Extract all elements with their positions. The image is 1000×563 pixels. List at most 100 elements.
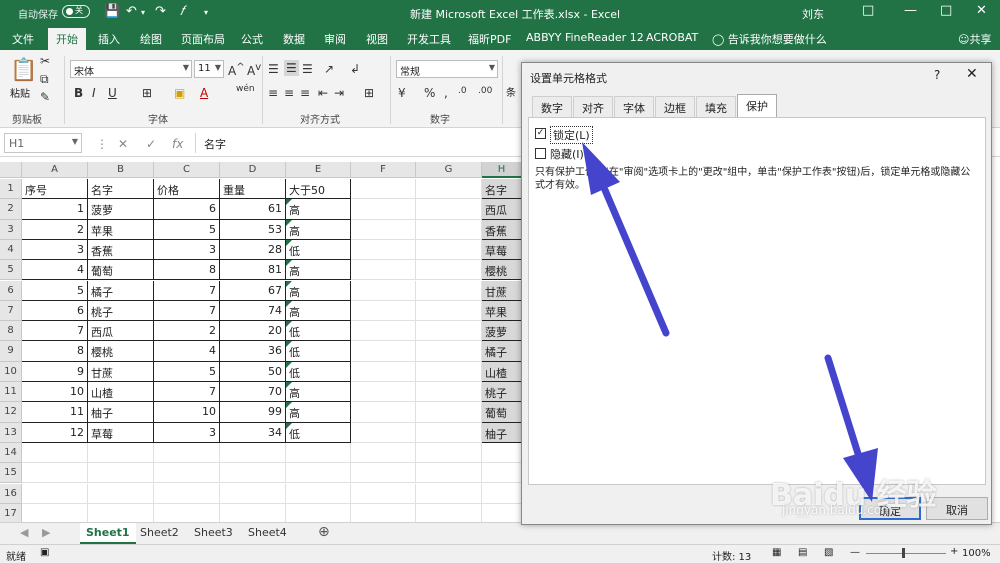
cell[interactable]: [416, 321, 482, 342]
cell[interactable]: [154, 463, 220, 484]
table-cell[interactable]: 低: [286, 239, 351, 261]
table-cell[interactable]: 67: [220, 280, 286, 301]
increase-indent-icon[interactable]: ⇥: [334, 86, 344, 100]
row-header-13[interactable]: 13: [0, 422, 22, 443]
cell[interactable]: [416, 300, 482, 322]
decrease-font-icon[interactable]: Av: [247, 62, 261, 78]
cell[interactable]: [482, 503, 522, 522]
table-cell[interactable]: 28: [220, 239, 286, 261]
tab-review[interactable]: 审阅: [324, 31, 346, 47]
table-cell[interactable]: 葡萄: [88, 260, 154, 281]
cell[interactable]: [351, 280, 416, 301]
locked-checkbox[interactable]: ✓: [535, 128, 546, 139]
selected-cell[interactable]: 菠萝: [482, 321, 522, 342]
header-cell[interactable]: 大于50: [286, 179, 351, 200]
align-middle-icon[interactable]: ☰: [284, 60, 299, 76]
zoom-slider[interactable]: [866, 553, 946, 554]
align-right-icon[interactable]: ≡: [300, 86, 310, 100]
table-cell[interactable]: 12: [22, 422, 88, 443]
table-cell[interactable]: 2: [154, 321, 220, 342]
cell[interactable]: [286, 442, 351, 464]
save-icon[interactable]: 💾: [104, 4, 120, 19]
select-all-corner[interactable]: [0, 162, 22, 178]
cell[interactable]: [351, 219, 416, 240]
tab-abbyy[interactable]: ABBYY FineReader 12: [526, 31, 644, 44]
selected-cell[interactable]: 甘蔗: [482, 280, 522, 301]
table-cell[interactable]: 61: [220, 199, 286, 220]
table-cell[interactable]: 草莓: [88, 422, 154, 443]
table-cell[interactable]: 高: [286, 260, 351, 281]
row-header-12[interactable]: 12: [0, 402, 22, 423]
tab-developer[interactable]: 开发工具: [407, 31, 451, 47]
cell[interactable]: [351, 321, 416, 342]
cell[interactable]: [154, 503, 220, 522]
cell[interactable]: [351, 260, 416, 281]
cell[interactable]: [416, 463, 482, 484]
table-cell[interactable]: 10: [22, 382, 88, 403]
macro-record-icon[interactable]: ▣: [40, 547, 49, 558]
increase-font-icon[interactable]: A^: [228, 62, 245, 78]
table-cell[interactable]: 9: [22, 361, 88, 382]
selected-cell[interactable]: 名字: [482, 179, 522, 200]
selected-cell[interactable]: 柚子: [482, 422, 522, 443]
table-cell[interactable]: 高: [286, 382, 351, 403]
selected-cell[interactable]: 山楂: [482, 361, 522, 382]
percent-icon[interactable]: %: [424, 86, 435, 100]
merge-center-icon[interactable]: ⊞: [364, 86, 374, 100]
customize-qat-icon[interactable]: ▾: [204, 8, 208, 17]
table-cell[interactable]: 5: [154, 219, 220, 240]
font-size-select[interactable]: 11 ▼: [194, 60, 224, 78]
selected-cell[interactable]: 香蕉: [482, 219, 522, 240]
conditional-format-partial[interactable]: 条: [506, 84, 516, 99]
table-cell[interactable]: 5: [154, 361, 220, 382]
table-cell[interactable]: 3: [154, 422, 220, 443]
row-header-16[interactable]: 16: [0, 483, 22, 504]
dialog-tab-alignment[interactable]: 对齐: [573, 96, 613, 117]
table-cell[interactable]: 西瓜: [88, 321, 154, 342]
tab-view[interactable]: 视图: [366, 31, 388, 47]
cell[interactable]: [416, 382, 482, 403]
wrap-text-icon[interactable]: ↲: [350, 62, 360, 76]
table-cell[interactable]: 山楂: [88, 382, 154, 403]
cell[interactable]: [351, 239, 416, 261]
table-cell[interactable]: 高: [286, 402, 351, 423]
table-cell[interactable]: 1: [22, 199, 88, 220]
header-cell[interactable]: 价格: [154, 179, 220, 200]
row-header-14[interactable]: 14: [0, 442, 22, 464]
cell[interactable]: [88, 442, 154, 464]
cell[interactable]: [88, 503, 154, 522]
hidden-label[interactable]: 隐藏(I): [550, 146, 584, 162]
cell[interactable]: [416, 199, 482, 220]
tab-page-layout[interactable]: 页面布局: [181, 31, 225, 47]
table-cell[interactable]: 6: [154, 199, 220, 220]
font-name-select[interactable]: 宋体 ▼: [70, 60, 192, 78]
selected-cell[interactable]: 樱桃: [482, 260, 522, 281]
help-icon[interactable]: ?: [934, 68, 940, 82]
table-cell[interactable]: 34: [220, 422, 286, 443]
cell[interactable]: [22, 463, 88, 484]
row-header-5[interactable]: 5: [0, 260, 22, 281]
paste-icon[interactable]: 📋: [10, 58, 37, 83]
share-button[interactable]: ☺共享: [958, 31, 991, 47]
selected-cell[interactable]: 葡萄: [482, 402, 522, 423]
table-cell[interactable]: 7: [154, 300, 220, 322]
tab-home[interactable]: 开始: [48, 28, 86, 50]
cell[interactable]: [351, 402, 416, 423]
tell-me-search[interactable]: ◯ 告诉我你想要做什么: [712, 31, 827, 47]
table-cell[interactable]: 53: [220, 219, 286, 240]
insert-function-icon[interactable]: fx: [172, 137, 183, 151]
cell[interactable]: [88, 463, 154, 484]
undo-dropdown-icon[interactable]: ▾: [141, 8, 145, 17]
insert-function-icon[interactable]: 𝑓: [180, 4, 184, 19]
table-cell[interactable]: 10: [154, 402, 220, 423]
autosave-toggle[interactable]: 关: [62, 5, 90, 18]
number-format-select[interactable]: 常规 ▼: [396, 60, 498, 78]
cell[interactable]: [416, 402, 482, 423]
column-header-a[interactable]: A: [22, 162, 88, 178]
column-header-c[interactable]: C: [154, 162, 220, 178]
user-name[interactable]: 刘东: [802, 6, 824, 22]
table-cell[interactable]: 7: [154, 382, 220, 403]
sheet-tab-4[interactable]: Sheet4: [242, 523, 293, 544]
cell[interactable]: [154, 483, 220, 504]
cell[interactable]: [482, 442, 522, 464]
